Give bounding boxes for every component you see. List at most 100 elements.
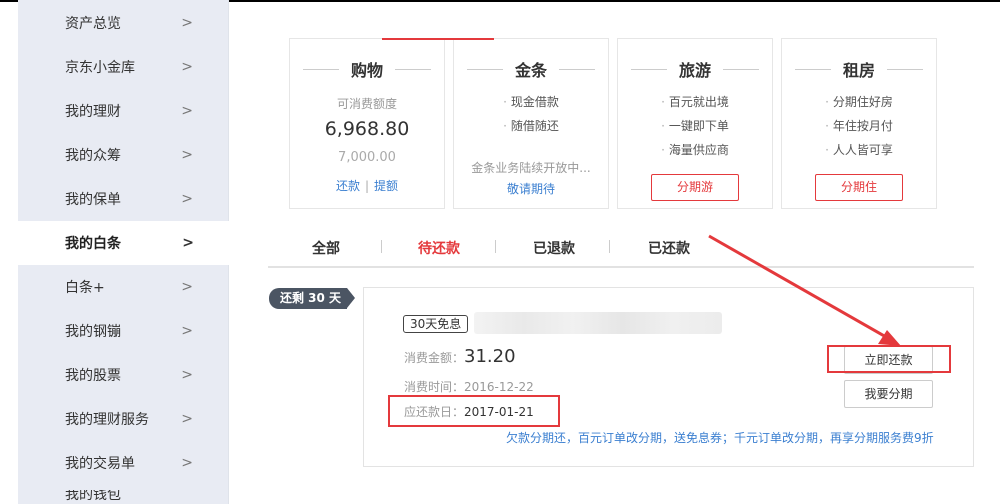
days-remaining-badge: 还剩 30 天 [269,288,355,309]
installment-travel-button[interactable]: 分期游 [651,174,739,201]
bullet-icon: · [825,119,829,133]
sidebar-item-trades[interactable]: 我的交易单 > [18,441,229,485]
repay-link[interactable]: 还款 [336,179,360,193]
card-jintiao: 金条 · 现金借款 · 随借随还 金条业务陆续开放中... 敬请期待 [453,38,609,209]
card-title: 旅游 [618,57,772,81]
installment-rent-button[interactable]: 分期住 [815,174,903,201]
feature-item: · 人人皆可享 [825,143,893,157]
sidebar-item-label: 我的理财 [65,104,121,120]
sidebar-item-label: 我的众筹 [65,148,121,164]
sidebar-item-baitiao-plus[interactable]: 白条+ > [18,265,229,309]
sidebar-item-label: 我的理财服务 [65,412,149,428]
available-amount: 6,968.80 [324,118,410,140]
tab-separator [381,240,382,253]
sidebar-item-label: 资产总览 [65,16,121,32]
sidebar-item-label: 我的钱包 [65,490,121,503]
card-travel: 旅游 · 百元就出境 · 一键即下单 · 海量供应商 分期游 [617,38,773,209]
divider [794,68,831,70]
sidebar-item-xiaojinku[interactable]: 京东小金库 > [18,45,229,89]
divider [630,68,667,70]
sidebar-item-gangbeng[interactable]: 我的钢镚 > [18,309,229,353]
repay-now-highlight [827,345,951,373]
amount-row: 消费金额：31.20 [404,346,516,367]
sidebar-item-label: 京东小金库 [65,60,135,76]
divider [559,68,595,70]
due-date-highlight [388,395,560,427]
feature-item: · 现金借款 [503,95,559,109]
tab-separator [609,240,610,253]
interest-free-tag: 30天免息 [403,315,469,333]
sidebar-item-label: 我的白条 [65,236,121,252]
bullet-icon: · [825,95,829,109]
active-tab-indicator [382,38,494,40]
divider [887,68,923,70]
purchase-time-row: 消费时间：2016-12-22 [404,378,534,395]
tab-all[interactable]: 全部 [312,238,340,258]
sidebar-item-asset-overview[interactable]: 资产总览 > [18,1,229,45]
sidebar-item-wealth-services[interactable]: 我的理财服务 > [18,397,229,441]
amount-value: 31.20 [464,346,516,367]
blurred-product-name [474,312,722,334]
tab-separator [495,240,496,253]
credit-limit: 7,000.00 [338,150,396,165]
bill-card: 30天免息 消费金额：31.20 消费时间：2016-12-22 应还款日：20… [363,287,974,467]
bullet-icon: · [503,95,507,109]
chevron-right-icon: > [182,235,194,251]
card-links: 还款 | 提额 [290,177,444,194]
sidebar-item-baitiao[interactable]: 我的白条 > [18,221,230,265]
feature-item: · 百元就出境 [661,95,729,109]
card-title-text: 旅游 [678,61,711,80]
stay-tuned-link[interactable]: 敬请期待 [454,180,608,197]
sidebar-item-wallet[interactable]: 我的钱包 [18,490,229,504]
bullet-icon: · [661,95,665,109]
card-title-text: 购物 [350,61,383,80]
sidebar-item-label: 我的钢镚 [65,324,121,340]
sidebar-item-wealth[interactable]: 我的理财 > [18,89,229,133]
sidebar-item-label: 我的股票 [65,368,121,384]
bill-tabs: 全部 待还款 已退款 已还款 [268,228,974,268]
card-shopping: 购物 可消费额度 6,968.80 7,000.00 还款 | 提额 [289,38,445,209]
raise-limit-link[interactable]: 提额 [374,179,398,193]
sidebar: 资产总览 > 京东小金库 > 我的理财 > 我的众筹 > 我的保单 > 我的白条… [18,0,230,504]
feature-item: · 海量供应商 [661,143,729,157]
card-title: 金条 [454,57,608,81]
feature-item: · 分期住好房 [825,95,893,109]
tab-repaid[interactable]: 已还款 [648,238,690,258]
chevron-right-icon: > [181,411,193,427]
divider [302,68,339,70]
installment-promo-link[interactable]: 欠款分期还，百元订单改分期，送免息券；千元订单改分期，再享分期服务费9折 [506,429,934,446]
bullet-icon: · [661,143,665,157]
purchase-time-value: 2016-12-22 [464,380,534,394]
bullet-icon: · [503,119,507,133]
chevron-right-icon: > [181,455,193,471]
link-separator: | [364,179,370,193]
sidebar-item-policy[interactable]: 我的保单 > [18,177,229,221]
card-title: 购物 [290,57,444,81]
feature-item: · 随借随还 [503,119,559,133]
chevron-right-icon: > [181,323,193,339]
tab-refunded[interactable]: 已退款 [533,238,575,258]
sidebar-item-label: 我的保单 [65,192,121,208]
divider [466,68,503,70]
divider [395,68,431,70]
feature-item: · 年住按月付 [825,119,893,133]
sidebar-item-crowdfunding[interactable]: 我的众筹 > [18,133,229,177]
notice-text: 金条业务陆续开放中... [471,161,591,175]
feature-list: · 百元就出境 · 一键即下单 · 海量供应商 [618,90,772,162]
installment-button[interactable]: 我要分期 [844,380,933,408]
chevron-right-icon: > [181,15,193,31]
sidebar-item-stocks[interactable]: 我的股票 > [18,353,229,397]
card-title-text: 金条 [514,61,547,80]
card-title-text: 租房 [842,61,875,80]
page: 资产总览 > 京东小金库 > 我的理财 > 我的众筹 > 我的保单 > 我的白条… [0,0,1000,504]
chevron-right-icon: > [181,59,193,75]
available-label: 可消费额度 [336,97,397,111]
divider [723,68,759,70]
chevron-right-icon: > [181,147,193,163]
chevron-right-icon: > [181,191,193,207]
card-title: 租房 [782,57,936,81]
amount-label: 消费金额： [404,351,465,365]
tab-pending-repayment[interactable]: 待还款 [418,238,460,258]
feature-list: · 分期住好房 · 年住按月付 · 人人皆可享 [782,90,936,162]
sidebar-item-label: 白条+ [65,280,105,296]
